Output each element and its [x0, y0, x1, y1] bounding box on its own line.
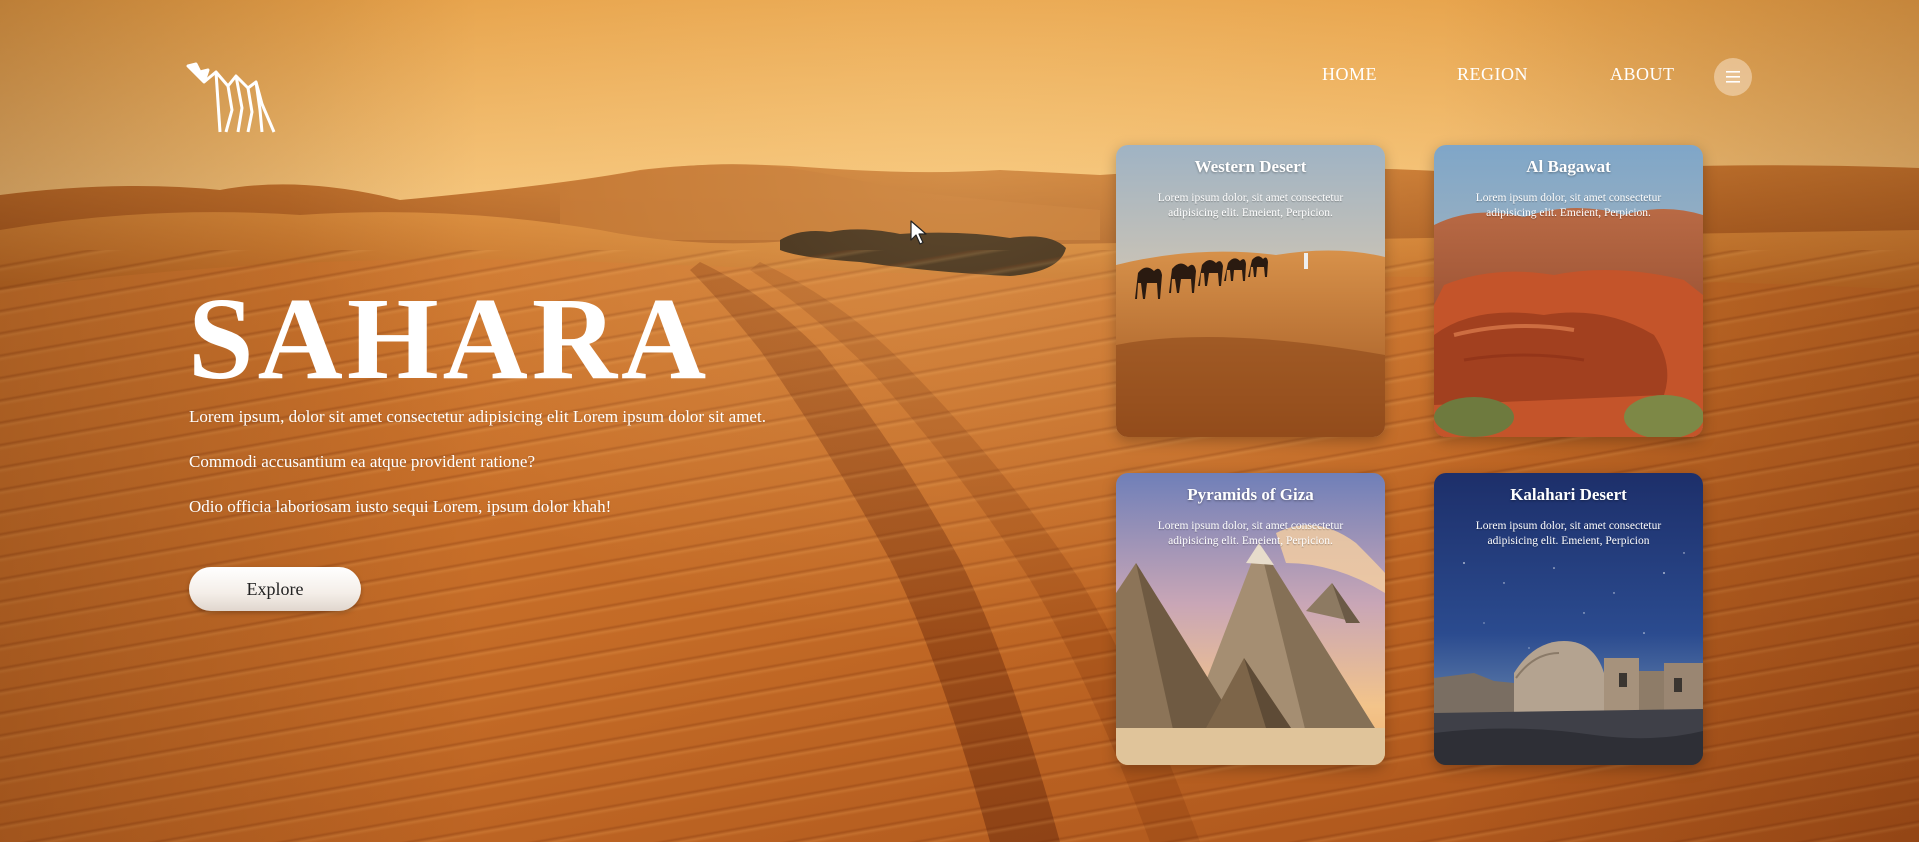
card-al-bagawat[interactable]: Al Bagawat Lorem ipsum dolor, sit amet c… — [1434, 145, 1703, 437]
card-kalahari-desert[interactable]: Kalahari Desert Lorem ipsum dolor, sit a… — [1434, 473, 1703, 765]
menu-button[interactable] — [1714, 58, 1752, 96]
camel-caravan-image — [1116, 145, 1385, 437]
card-western-desert[interactable]: Western Desert Lorem ipsum dolor, sit am… — [1116, 145, 1385, 437]
nav-about[interactable]: ABOUT — [1610, 64, 1675, 85]
nav-region[interactable]: REGION — [1457, 64, 1528, 85]
card-description: Lorem ipsum dolor, sit amet consectetur … — [1475, 192, 1662, 219]
card-pyramids-of-giza[interactable]: Pyramids of Giza Lorem ipsum dolor, sit … — [1116, 473, 1385, 765]
hero-paragraph-1: Lorem ipsum, dolor sit amet consectetur … — [189, 407, 766, 426]
hero-title: SAHARA — [188, 273, 711, 404]
card-description: Lorem ipsum dolor, sit amet consectetur … — [1157, 520, 1344, 547]
mouse-cursor-icon — [910, 220, 927, 245]
hamburger-icon — [1726, 71, 1740, 83]
hero-paragraph-2: Commodi accusantium ea atque provident r… — [189, 452, 536, 471]
card-description: Lorem ipsum dolor, sit amet consectetur … — [1475, 520, 1662, 547]
nav-home[interactable]: HOME — [1322, 64, 1377, 85]
card-title: Al Bagawat — [1526, 157, 1611, 176]
explore-button[interactable]: Explore — [189, 567, 361, 611]
hero-paragraph-3: Odio officia laboriosam iusto sequi Lore… — [189, 497, 612, 516]
page: HOME REGION ABOUT SAHARA Lorem ipsum, do… — [0, 0, 1919, 842]
card-title: Western Desert — [1194, 157, 1307, 176]
card-title: Pyramids of Giza — [1187, 485, 1314, 504]
card-description: Lorem ipsum dolor, sit amet consectetur … — [1157, 192, 1344, 219]
card-title: Kalahari Desert — [1510, 485, 1627, 504]
pyramids-image — [1116, 473, 1385, 765]
night-sky-ruins-image — [1434, 473, 1703, 765]
red-rock-canyon-image — [1434, 145, 1703, 437]
top-nav: HOME REGION ABOUT — [0, 62, 1919, 102]
